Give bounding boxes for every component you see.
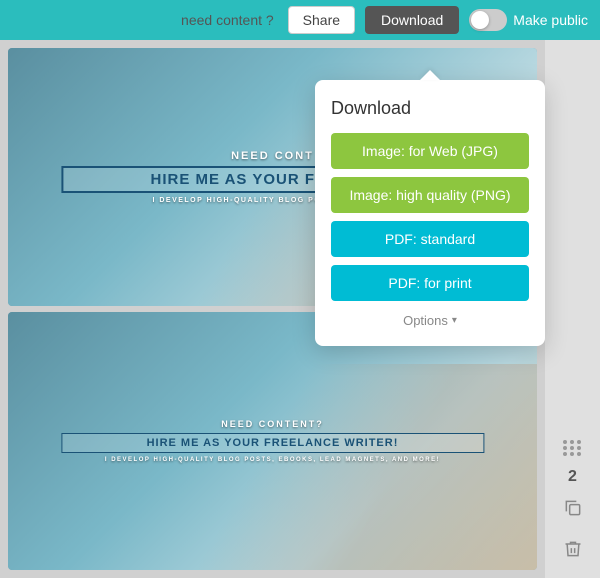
download-button[interactable]: Download bbox=[365, 6, 459, 34]
make-public-toggle-wrap: Make public bbox=[469, 9, 588, 31]
card2-title: HIRE ME AS YOUR FREELANCE WRITER! bbox=[61, 433, 484, 453]
options-chevron-icon: ▾ bbox=[452, 315, 457, 326]
delete-button[interactable] bbox=[559, 535, 587, 568]
toggle-knob bbox=[471, 11, 489, 29]
options-label: Options bbox=[403, 313, 448, 328]
drag-handle-icon bbox=[563, 440, 582, 456]
topbar: need content ? Share Download Make publi… bbox=[0, 0, 600, 40]
download-jpg-button[interactable]: Image: for Web (JPG) bbox=[331, 133, 529, 169]
popup-title: Download bbox=[331, 98, 529, 119]
share-button[interactable]: Share bbox=[288, 6, 355, 34]
main-area: NEED CONT HIRE ME AS YOUR FREELANC I DEV… bbox=[0, 40, 600, 578]
card2-subtitle-top: NEED CONTENT? bbox=[61, 419, 484, 429]
make-public-toggle[interactable] bbox=[469, 9, 507, 31]
need-content-label: need content ? bbox=[181, 12, 274, 28]
page-number: 2 bbox=[568, 468, 577, 486]
card2-text: NEED CONTENT? HIRE ME AS YOUR FREELANCE … bbox=[61, 419, 484, 463]
card2-subtitle-bottom: I DEVELOP HIGH-QUALITY BLOG POSTS, EBOOK… bbox=[61, 457, 484, 463]
options-button[interactable]: Options ▾ bbox=[331, 309, 529, 332]
download-png-button[interactable]: Image: high quality (PNG) bbox=[331, 177, 529, 213]
make-public-label: Make public bbox=[513, 12, 588, 28]
copy-button[interactable] bbox=[559, 494, 587, 527]
download-pdf-standard-button[interactable]: PDF: standard bbox=[331, 221, 529, 257]
page-number-area: 2 bbox=[559, 440, 587, 568]
download-popup: Download Image: for Web (JPG) Image: hig… bbox=[315, 80, 545, 346]
download-pdf-print-button[interactable]: PDF: for print bbox=[331, 265, 529, 301]
design-card-2[interactable]: NEED CONTENT? HIRE ME AS YOUR FREELANCE … bbox=[8, 312, 537, 570]
right-sidebar: 2 bbox=[545, 40, 600, 578]
